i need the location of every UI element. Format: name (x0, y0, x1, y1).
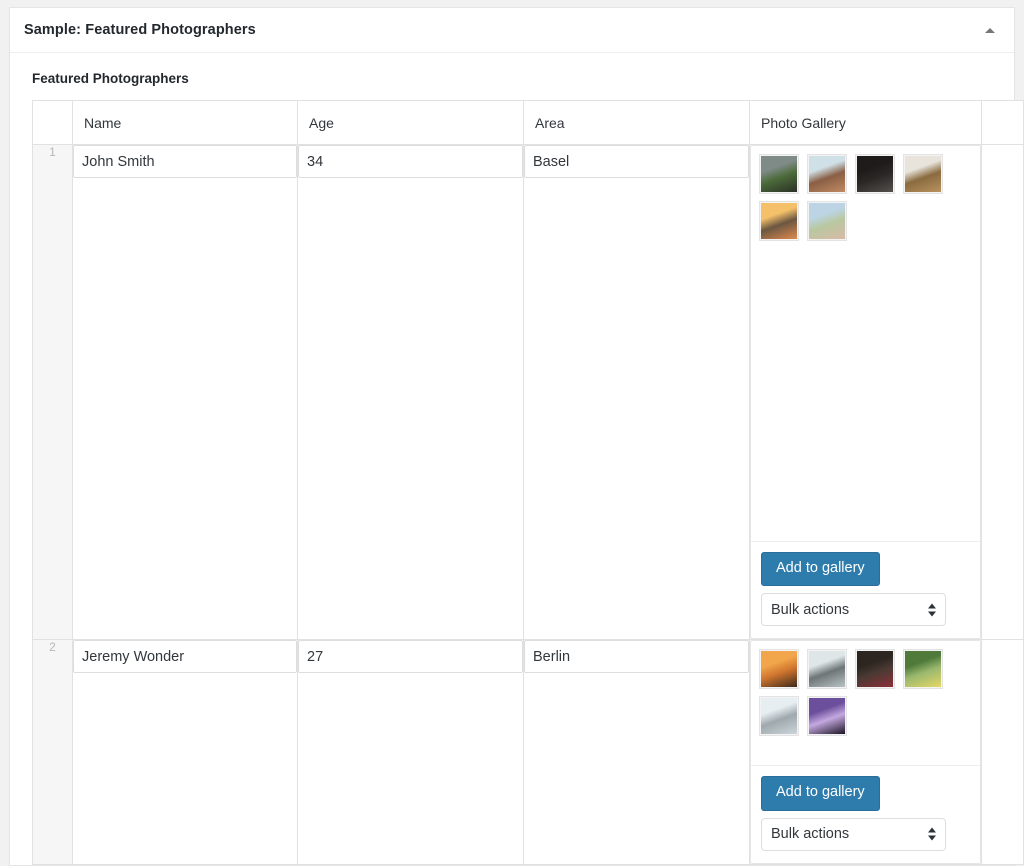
photo-woman-sunset-silhouette[interactable] (759, 649, 799, 690)
gallery-container: Add to gallery Bulk actions (750, 640, 981, 864)
table-body: 1 Add to gallery (32, 143, 1024, 865)
age-input[interactable] (298, 145, 523, 178)
caret-up-glyph (985, 27, 995, 33)
panel-body: Featured Photographers Name Age Area Pho… (10, 53, 1024, 865)
column-header-handle (32, 100, 73, 145)
photo-hands-toast-mountain[interactable] (759, 154, 799, 194)
table-row: 1 Add to gallery (32, 143, 1024, 641)
photo-couple-grass-lying[interactable] (807, 201, 847, 241)
column-header-actions (981, 100, 1024, 145)
photo-person-arms-open-sea[interactable] (807, 649, 847, 690)
thumbnail-image (809, 203, 845, 239)
age-cell (297, 143, 524, 641)
photo-couple-desert-road[interactable] (807, 154, 847, 194)
thumbnail-image (905, 651, 941, 688)
thumbnail-image (809, 156, 845, 192)
photographers-table: Name Age Area Photo Gallery 1 John Smith… (32, 100, 1024, 865)
row-number: 2 (32, 639, 73, 865)
gallery-thumbnail-grid (751, 641, 980, 765)
name-input[interactable] (73, 145, 297, 178)
gallery-toolbar: Add to gallery Bulk actions (751, 541, 980, 638)
photo-woman-yellow-hat-green[interactable] (903, 649, 943, 690)
add-to-gallery-button[interactable]: Add to gallery (761, 552, 880, 587)
age-input[interactable] (298, 640, 523, 674)
panel-header: Sample: Featured Photographers (10, 8, 1014, 53)
gallery-toolbar: Add to gallery Bulk actions (751, 765, 980, 862)
row-actions-cell[interactable] (981, 143, 1024, 641)
bulk-actions-select[interactable]: Bulk actions (761, 593, 946, 627)
section-heading: Featured Photographers (32, 71, 189, 86)
name-input[interactable] (73, 640, 297, 674)
photo-couple-sunset-beach[interactable] (759, 201, 799, 241)
column-header-photo-gallery: Photo Gallery (749, 100, 982, 145)
page-title: Sample: Featured Photographers (24, 22, 256, 38)
thumbnail-image (857, 651, 893, 688)
bulk-actions-wrapper: Bulk actions (761, 593, 946, 627)
photo-hands-purple-light[interactable] (807, 696, 847, 737)
thumbnail-image (761, 651, 797, 688)
thumbnail-image (809, 698, 845, 735)
area-cell (523, 639, 750, 865)
age-cell (297, 639, 524, 865)
photo-couple-dark-doorway[interactable] (855, 154, 895, 194)
name-cell (72, 639, 298, 865)
bulk-actions-wrapper: Bulk actions (761, 817, 946, 851)
table-row: 2 Add to gallery (32, 639, 1024, 865)
thumbnail-image (809, 651, 845, 688)
name-cell (72, 143, 298, 641)
thumbnail-image (905, 156, 941, 192)
photo-hands-touching-light[interactable] (759, 696, 799, 737)
area-input[interactable] (524, 640, 749, 674)
thumbnail-image (761, 156, 797, 192)
gallery-cell: Add to gallery Bulk actions (749, 639, 982, 865)
thumbnail-image (761, 203, 797, 239)
bulk-actions-select[interactable]: Bulk actions (761, 817, 946, 851)
row-actions-cell[interactable] (981, 639, 1024, 865)
gallery-container: Add to gallery Bulk actions (750, 145, 981, 640)
column-header-name: Name (72, 100, 298, 145)
thumbnail-image (857, 156, 893, 192)
row-number: 1 (32, 143, 73, 641)
table-head: Name Age Area Photo Gallery (32, 100, 1024, 145)
add-to-gallery-button[interactable]: Add to gallery (761, 776, 880, 811)
column-header-area: Area (523, 100, 750, 145)
area-input[interactable] (524, 145, 749, 178)
table-header-row: Name Age Area Photo Gallery (32, 100, 1024, 145)
thumbnail-image (761, 698, 797, 735)
photo-woman-red-sweater[interactable] (855, 649, 895, 690)
featured-photographers-panel: Sample: Featured Photographers Featured … (9, 7, 1024, 866)
caret-up-icon[interactable] (976, 16, 1004, 44)
gallery-thumbnail-grid (751, 146, 980, 541)
gallery-cell: Add to gallery Bulk actions (749, 143, 982, 641)
area-cell (523, 143, 750, 641)
column-header-age: Age (297, 100, 524, 145)
photo-couple-field-embrace[interactable] (903, 154, 943, 194)
